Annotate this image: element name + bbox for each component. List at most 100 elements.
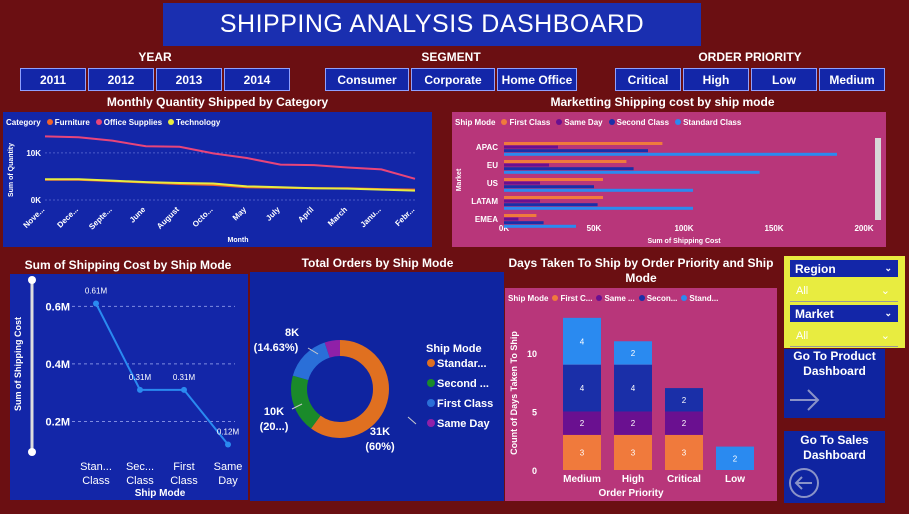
year-2014-button[interactable]: 2014	[224, 68, 290, 91]
legend-item: Standar...	[437, 358, 487, 370]
data-label: 4	[580, 337, 585, 346]
x-tick-label: Class	[82, 475, 110, 487]
y-tick-label: 10K	[26, 149, 41, 158]
data-label: 0.12M	[217, 427, 240, 436]
chevron-down-icon: ⌄	[880, 330, 890, 342]
shipcost-chart-panel: Sum of Shipping Cost 0.2M 0.4M 0.6M 0.61M 0.3…	[10, 274, 248, 500]
data-label: 3	[580, 448, 585, 457]
y-tick-label: 0K	[31, 196, 41, 205]
monthly-line-chart: Sum of Quantity 0K 10K Nove... Dece... Septe.…	[8, 135, 416, 244]
legend-item: First Class	[437, 398, 493, 410]
legend-dot-icon	[427, 419, 435, 427]
series-line-office-supplies	[44, 135, 416, 180]
bar-emea	[504, 221, 544, 225]
bar-emea	[504, 214, 537, 217]
year-2012-button[interactable]: 2012	[88, 68, 154, 91]
priority-label: ORDER PRIORITY	[698, 50, 802, 64]
bar-apac	[504, 142, 663, 145]
bar-latam	[504, 206, 693, 210]
data-point	[225, 441, 231, 448]
region-label: Region	[795, 261, 836, 276]
data-label: 4	[631, 384, 636, 393]
market-dropdown[interactable]: All ⌄	[790, 325, 898, 347]
y-tick-label: 0	[532, 466, 537, 476]
market-slicer-header[interactable]: Market ⌄	[790, 305, 898, 322]
page-title: SHIPPING ANALYSIS DASHBOARD	[163, 3, 701, 46]
segment-home-office-button[interactable]: Home Office	[497, 68, 577, 91]
bar-us	[504, 178, 603, 181]
shipcost-line-chart: Sum of Shipping Cost 0.2M 0.4M 0.6M 0.61M 0.3…	[13, 276, 242, 499]
market-label: Market	[795, 306, 834, 321]
priority-low-button[interactable]: Low	[751, 68, 817, 91]
x-axis-label: Ship Mode	[135, 488, 186, 499]
data-label: (20...)	[260, 421, 289, 433]
data-label: 3	[682, 448, 687, 457]
data-label: (60%)	[365, 441, 395, 453]
y-tick-label: APAC	[476, 143, 498, 152]
bar-latam	[504, 203, 598, 207]
priority-medium-button[interactable]: Medium	[819, 68, 885, 91]
legend-dot-icon	[427, 359, 435, 367]
legend-title: Ship Mode	[426, 343, 482, 355]
bar-apac	[504, 152, 837, 156]
x-tick-label: July	[264, 205, 282, 223]
x-tick-label: 50K	[587, 224, 602, 233]
year-label: YEAR	[138, 50, 172, 64]
x-tick-label: Stan...	[80, 461, 112, 473]
y-axis-label: Count of Days Taken To Ship	[509, 331, 519, 455]
days-title: Days Taken To Ship by Order Priority and…	[508, 256, 774, 285]
y-tick-label: EMEA	[475, 215, 498, 224]
bar-eu	[504, 163, 549, 167]
x-tick-label: Octo...	[191, 205, 215, 229]
bar-eu	[504, 160, 627, 163]
segment-label: SEGMENT	[421, 50, 481, 64]
year-2013-button[interactable]: 2013	[156, 68, 222, 91]
leader-line	[407, 416, 417, 425]
data-label: 0.31M	[173, 373, 196, 382]
y-tick-label: 0.6M	[46, 301, 70, 313]
y-tick-label: 5	[532, 407, 537, 417]
data-label: 2	[733, 454, 738, 463]
region-dropdown[interactable]: All ⌄	[790, 280, 898, 302]
x-tick-label: Medium	[563, 474, 601, 485]
series-line-technology	[45, 178, 416, 192]
orders-donut-chart: 31K (60%) 10K (20...) 8K (14.63%) Ship Mode Sta…	[254, 327, 494, 453]
segment-corporate-button[interactable]: Corporate	[411, 68, 495, 91]
x-tick-label: Janu...	[358, 205, 382, 229]
marketing-scrollbar[interactable]	[875, 138, 881, 220]
product-dashboard-button[interactable]: Go To Product Dashboard	[784, 349, 885, 418]
orders-title: Total Orders by Ship Mode	[301, 256, 454, 270]
bar-us	[504, 181, 540, 185]
segment-consumer-button[interactable]: Consumer	[325, 68, 409, 91]
data-label: 2	[580, 419, 585, 428]
x-tick-label: August	[155, 205, 181, 231]
x-tick-label: High	[622, 474, 644, 485]
priority-high-button[interactable]: High	[683, 68, 749, 91]
y-tick-label: 0.4M	[46, 359, 70, 371]
y-tick-label: EU	[487, 161, 498, 170]
y-tick-label: 10	[527, 349, 537, 359]
x-axis-label: Sum of Shipping Cost	[647, 238, 721, 245]
region-slicer-header[interactable]: Region ⌄	[790, 260, 898, 277]
priority-critical-button[interactable]: Critical	[615, 68, 681, 91]
y-tick-label: LATAM	[471, 197, 498, 206]
chevron-down-icon: ⌄	[884, 308, 892, 318]
orders-chart-panel: 31K (60%) 10K (20...) 8K (14.63%) Ship Mode Sta…	[250, 272, 504, 501]
arrow-left-circle-icon	[789, 468, 819, 498]
year-2011-button[interactable]: 2011	[20, 68, 86, 91]
data-label: 8K	[285, 327, 299, 339]
x-tick-label: April	[296, 205, 315, 224]
data-label: 2	[682, 419, 687, 428]
x-tick-label: 200K	[854, 224, 873, 233]
data-label: 10K	[264, 406, 284, 418]
sales-dashboard-button[interactable]: Go To Sales Dashboard	[784, 431, 885, 503]
data-label: 2	[631, 419, 636, 428]
data-label: 0.31M	[129, 373, 152, 382]
y-axis-label: Market	[456, 168, 463, 191]
range-slider-handle	[28, 276, 36, 284]
bar-apac	[504, 145, 558, 149]
y-tick-label: 0.2M	[46, 416, 70, 428]
marketing-title: Marketting Shipping cost by ship mode	[550, 95, 775, 109]
chevron-down-icon: ⌄	[880, 285, 890, 297]
bar-us	[504, 185, 594, 189]
